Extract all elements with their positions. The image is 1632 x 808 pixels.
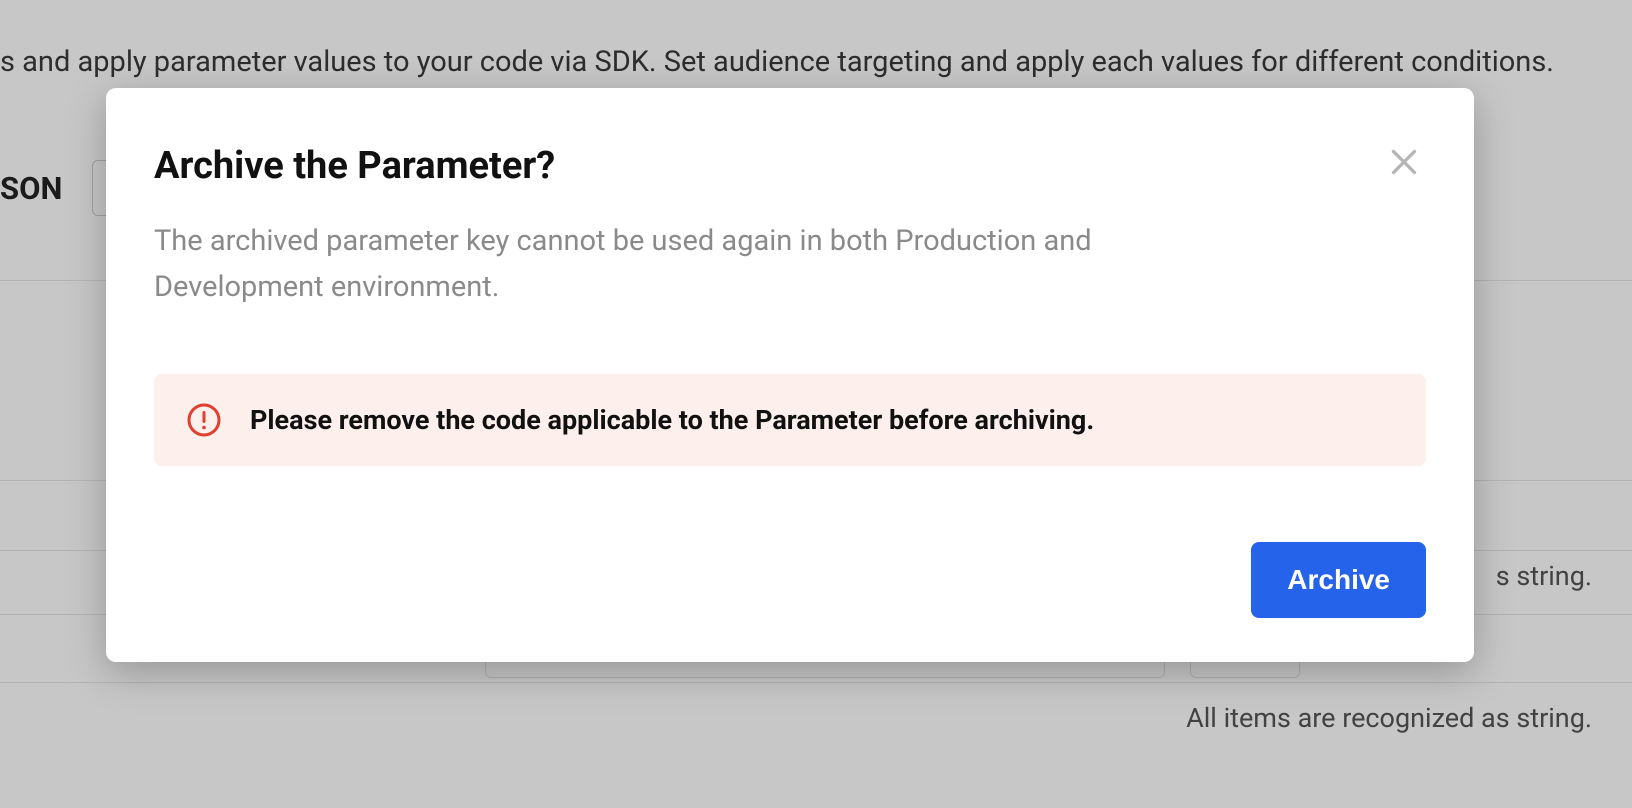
warning-text: Please remove the code applicable to the… (250, 404, 1094, 436)
archive-button[interactable]: Archive (1251, 542, 1426, 618)
modal-description: The archived parameter key cannot be use… (154, 218, 1254, 311)
warning-icon (186, 402, 222, 438)
modal-footer: Archive (154, 542, 1426, 618)
modal-overlay: Archive the Parameter? The archived para… (0, 0, 1632, 808)
close-button[interactable] (1382, 140, 1426, 187)
modal-title: Archive the Parameter? (154, 144, 555, 190)
modal-header: Archive the Parameter? (154, 144, 1426, 190)
close-icon (1386, 144, 1422, 183)
archive-parameter-modal: Archive the Parameter? The archived para… (106, 88, 1474, 662)
warning-box: Please remove the code applicable to the… (154, 374, 1426, 466)
